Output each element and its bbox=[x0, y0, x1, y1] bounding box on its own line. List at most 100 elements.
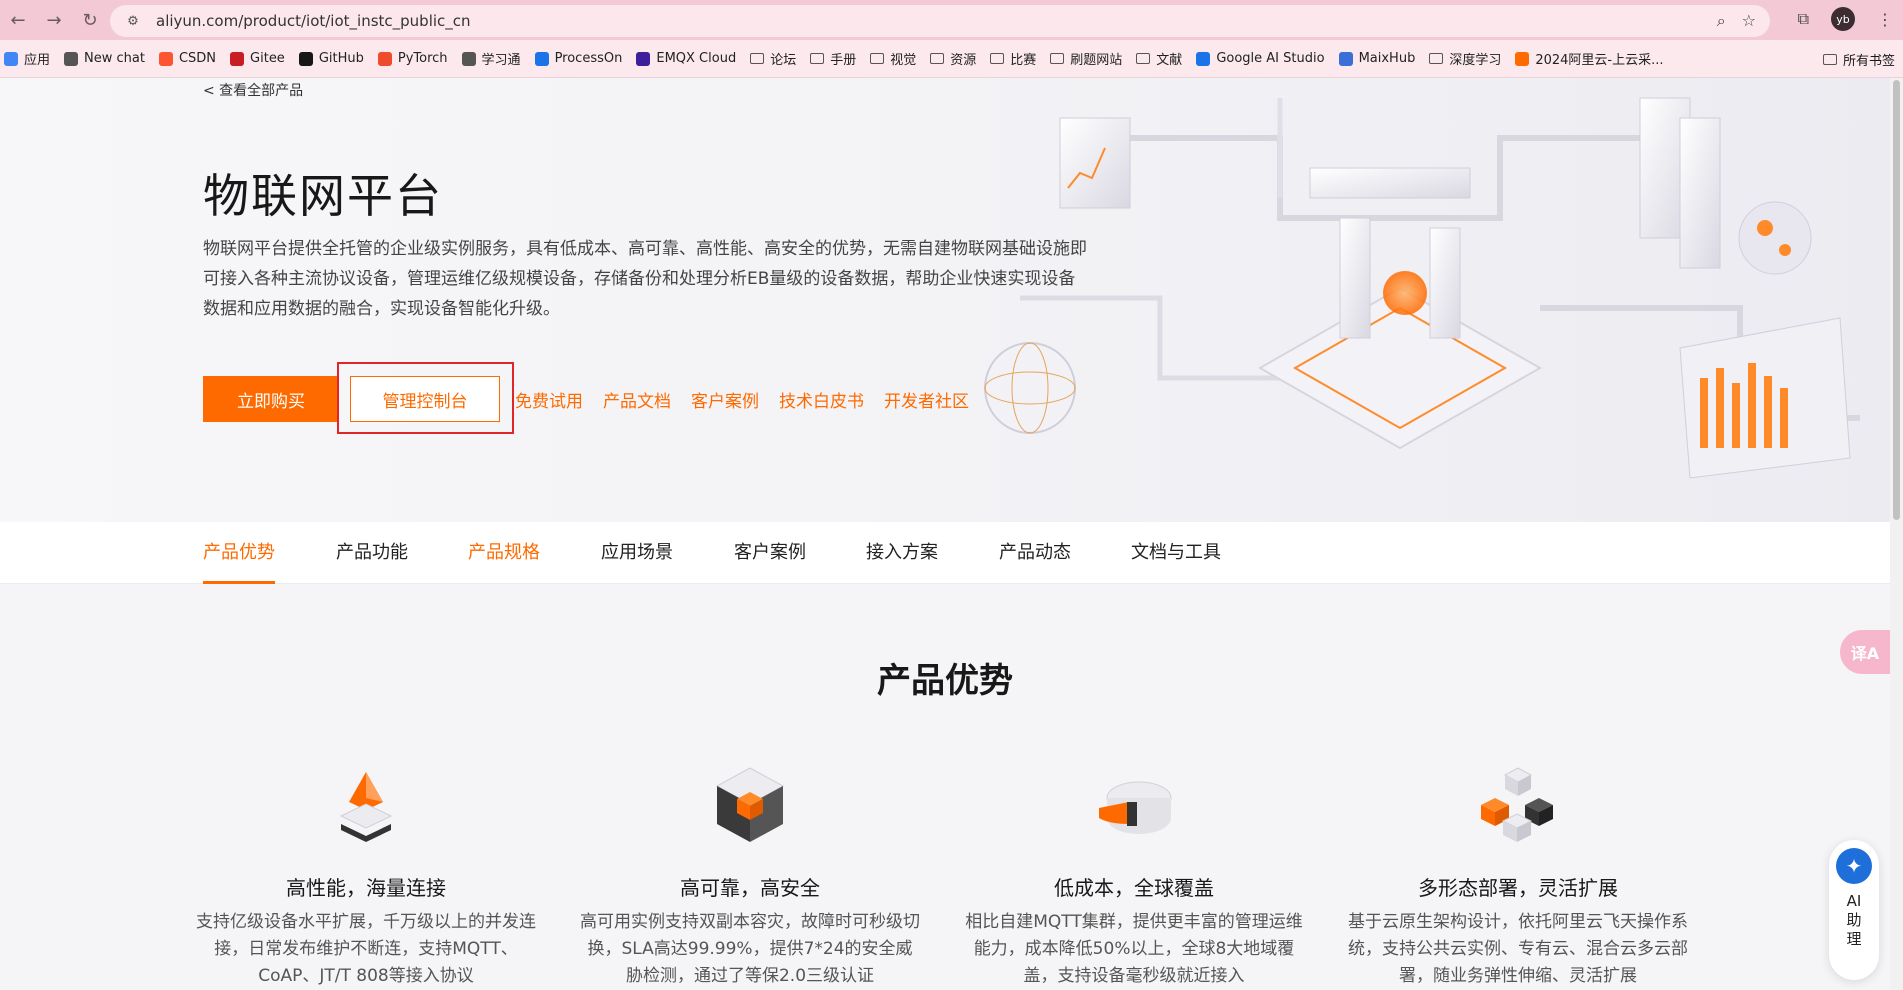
forward-arrow-icon[interactable]: → bbox=[36, 0, 72, 40]
bookmark-item[interactable]: PyTorch bbox=[377, 51, 448, 66]
bookmark-label: Google AI Studio bbox=[1216, 51, 1325, 66]
advantage-title: 高可靠，高安全 bbox=[680, 876, 820, 900]
bookmark-label: MaixHub bbox=[1358, 51, 1416, 66]
blocks-icon bbox=[1481, 767, 1553, 842]
view-all-products-link[interactable]: < 查看全部产品 bbox=[203, 80, 303, 100]
tab-access[interactable]: 接入方案 bbox=[866, 522, 938, 584]
bookmark-label: 论坛 bbox=[770, 53, 797, 68]
bookmark-item[interactable]: Google AI Studio bbox=[1196, 51, 1325, 66]
advantage-title: 高性能，海量连接 bbox=[286, 876, 446, 900]
bookmark-label: 手册 bbox=[830, 53, 857, 68]
gitee-icon bbox=[230, 51, 245, 66]
folder-icon bbox=[990, 53, 1005, 64]
bookmark-label: 资源 bbox=[950, 53, 977, 68]
section-tabs: 产品优势 产品功能 产品规格 应用场景 客户案例 接入方案 产品动态 文档与工具 bbox=[0, 522, 1890, 584]
bookmark-label: EMQX Cloud bbox=[656, 51, 737, 66]
bookmark-star-icon[interactable]: ☆ bbox=[1742, 11, 1756, 31]
bookmark-item[interactable]: 刷题网站 bbox=[1050, 49, 1122, 68]
folder-icon bbox=[1050, 53, 1065, 64]
profile-avatar[interactable]: yb bbox=[1831, 7, 1855, 31]
pyramid-icon bbox=[339, 772, 393, 842]
advantages-heading: 产品优势 bbox=[877, 661, 1013, 701]
cube-icon bbox=[715, 767, 785, 842]
page-scrollbar[interactable] bbox=[1890, 78, 1903, 990]
tab-cases[interactable]: 客户案例 bbox=[734, 522, 806, 584]
advantage-title: 低成本，全球覆盖 bbox=[1054, 876, 1214, 900]
ai-assistant-label: AI助理 bbox=[1846, 892, 1862, 948]
advantage-title: 多形态部署，灵活扩展 bbox=[1418, 876, 1618, 900]
bookmark-item[interactable]: 文献 bbox=[1136, 49, 1182, 68]
folder-icon bbox=[750, 53, 765, 64]
bookmark-item[interactable]: ProcessOn bbox=[534, 51, 622, 66]
advantage-text: 基于云原生架构设计，依托阿里云飞天操作系统，支持公共云实例、专有云、混合云多云部… bbox=[1348, 912, 1688, 986]
bookmark-label: 深度学习 bbox=[1449, 53, 1502, 68]
bookmark-label: New chat bbox=[84, 51, 145, 66]
folder-icon bbox=[1136, 53, 1151, 64]
bookmark-label: GitHub bbox=[318, 51, 364, 66]
url-text[interactable]: aliyun.com/product/iot/iot_instc_public_… bbox=[156, 12, 471, 30]
extensions-icon[interactable]: ⧉ bbox=[1798, 9, 1809, 29]
maixhub-icon bbox=[1338, 51, 1353, 66]
bookmark-item[interactable]: 2024阿里云-上云采... bbox=[1515, 49, 1664, 68]
chat-icon bbox=[64, 51, 79, 66]
hero-illustration bbox=[984, 97, 1860, 479]
bookmark-item[interactable]: Gitee bbox=[230, 51, 285, 66]
translate-widget[interactable]: 译A bbox=[1840, 630, 1890, 674]
tab-docs-tools[interactable]: 文档与工具 bbox=[1131, 522, 1221, 584]
bookmark-item[interactable]: MaixHub bbox=[1338, 51, 1416, 66]
bookmarks-bar: 应用 New chat CSDN Gitee GitHub PyTorch 学习通 Proce… bbox=[0, 40, 1903, 78]
tab-advantages[interactable]: 产品优势 bbox=[203, 522, 275, 584]
bookmark-item[interactable]: 论坛 bbox=[750, 49, 796, 68]
zoom-icon[interactable]: ⌕ bbox=[1717, 11, 1726, 31]
page-title: 物联网平台 bbox=[203, 169, 443, 223]
tab-scenarios[interactable]: 应用场景 bbox=[601, 522, 673, 584]
address-bar[interactable]: ⚙ aliyun.com/product/iot/iot_instc_publi… bbox=[110, 5, 1770, 37]
bookmark-item[interactable]: 视觉 bbox=[870, 49, 916, 68]
bookmark-item[interactable]: New chat bbox=[64, 51, 145, 66]
reload-icon[interactable]: ↻ bbox=[72, 0, 108, 40]
bookmark-label: 比赛 bbox=[1010, 53, 1037, 68]
browser-toolbar: ← → ↻ ⚙ aliyun.com/product/iot/iot_instc… bbox=[0, 0, 1903, 40]
bookmark-item[interactable]: EMQX Cloud bbox=[636, 51, 736, 66]
advantage-card: 低成本，全球覆盖 相比自建MQTT集群，提供更丰富的管理运维能力，成本降低50%… bbox=[964, 758, 1304, 990]
site-settings-icon[interactable]: ⚙ bbox=[124, 12, 142, 30]
bookmark-item[interactable]: GitHub bbox=[298, 51, 364, 66]
scrollbar-thumb[interactable] bbox=[1893, 80, 1900, 520]
pytorch-icon bbox=[377, 51, 392, 66]
bookmark-item[interactable]: 资源 bbox=[930, 49, 976, 68]
emqx-icon bbox=[636, 51, 651, 66]
advantage-text: 高可用实例支持双副本容灾，故障时可秒级切换，SLA高达99.99%，提供7*24… bbox=[580, 912, 920, 986]
ai-assistant-icon: ✦ bbox=[1836, 848, 1872, 884]
tab-features[interactable]: 产品功能 bbox=[336, 522, 408, 584]
globe-icon bbox=[461, 51, 476, 66]
customer-cases-link[interactable]: 客户案例 bbox=[691, 387, 759, 412]
free-trial-link[interactable]: 免费试用 bbox=[515, 387, 583, 412]
bookmark-item[interactable]: 深度学习 bbox=[1429, 49, 1501, 68]
back-arrow-icon[interactable]: ← bbox=[0, 0, 36, 40]
page-content: < 查看全部产品 物联网平台 物联网平台提供全托管的企业级实例服务，具有低成本、… bbox=[0, 78, 1890, 990]
buy-now-button[interactable]: 立即购买 bbox=[203, 376, 339, 422]
bookmark-label: 学习通 bbox=[481, 53, 521, 68]
advantage-text: 相比自建MQTT集群，提供更丰富的管理运维能力，成本降低50%以上，全球8大地域… bbox=[965, 912, 1303, 986]
more-menu-icon[interactable]: ⋮ bbox=[1877, 10, 1893, 29]
bookmark-item[interactable]: CSDN bbox=[158, 51, 216, 66]
bookmark-label: 刷题网站 bbox=[1070, 53, 1123, 68]
tab-updates[interactable]: 产品动态 bbox=[999, 522, 1071, 584]
csdn-icon bbox=[158, 51, 173, 66]
folder-icon bbox=[810, 53, 825, 64]
developer-community-link[interactable]: 开发者社区 bbox=[884, 387, 969, 412]
bookmark-label: 视觉 bbox=[890, 53, 917, 68]
bookmark-item[interactable]: 手册 bbox=[810, 49, 856, 68]
all-bookmarks-button[interactable]: 所有书签 bbox=[1822, 50, 1895, 69]
folder-icon bbox=[1822, 54, 1837, 65]
bookmark-item[interactable]: 比赛 bbox=[990, 49, 1036, 68]
ai-assistant-widget[interactable]: ✦ AI助理 bbox=[1829, 840, 1879, 980]
tab-specs[interactable]: 产品规格 bbox=[468, 522, 540, 584]
product-docs-link[interactable]: 产品文档 bbox=[603, 387, 671, 412]
highlight-annotation-box bbox=[337, 362, 514, 434]
bookmark-item[interactable]: 应用 bbox=[4, 49, 50, 68]
bookmark-label: 应用 bbox=[24, 53, 51, 68]
whitepaper-link[interactable]: 技术白皮书 bbox=[779, 387, 864, 412]
bookmark-item[interactable]: 学习通 bbox=[461, 49, 521, 68]
advantage-card: 高可靠，高安全 高可用实例支持双副本容灾，故障时可秒级切换，SLA高达99.99… bbox=[580, 758, 920, 990]
